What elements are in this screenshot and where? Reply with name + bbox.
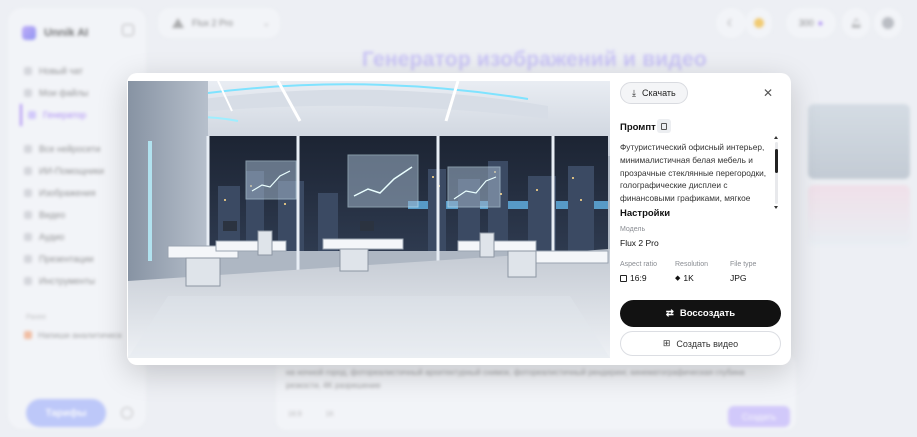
model-label: Модель bbox=[620, 226, 646, 233]
remake-label: Воссоздать bbox=[679, 308, 736, 319]
diamond-icon: ◆ bbox=[675, 275, 681, 282]
aspect-ratio-icon bbox=[620, 274, 627, 282]
prompt-scrollbar[interactable] bbox=[775, 142, 778, 204]
model-value-text: Flux 2 Pro bbox=[620, 238, 659, 248]
create-video-label: Создать видео bbox=[676, 338, 739, 349]
copy-icon bbox=[661, 122, 667, 130]
aspect-ratio-text: 16:9 bbox=[630, 273, 647, 283]
scrollbar-thumb[interactable] bbox=[775, 149, 778, 173]
image-preview-modal: ⤓ Скачать ✕ Промпт Футуристический офисн… bbox=[127, 73, 791, 365]
office-render-image bbox=[128, 81, 610, 358]
download-label: Скачать bbox=[641, 88, 676, 98]
create-video-button[interactable]: ⊞ Создать видео bbox=[620, 331, 781, 356]
resolution-label: Resolution bbox=[675, 261, 709, 268]
download-icon: ⤓ bbox=[632, 87, 636, 98]
refresh-icon: ⇄ bbox=[665, 308, 674, 319]
video-plus-icon: ⊞ bbox=[662, 338, 671, 348]
aspect-ratio-value: 16:9 bbox=[620, 273, 647, 283]
prompt-text: Футуристический офисный интерьер, минима… bbox=[620, 142, 767, 204]
model-value: Flux 2 Pro bbox=[620, 238, 659, 248]
settings-title: Настройки bbox=[620, 208, 671, 219]
copy-prompt-button[interactable] bbox=[657, 119, 671, 133]
image-details-panel: ⤓ Скачать ✕ Промпт Футуристический офисн… bbox=[620, 82, 782, 358]
close-icon[interactable]: ✕ bbox=[760, 85, 776, 101]
file-type-text: JPG bbox=[730, 273, 747, 283]
resolution-value: ◆ 1K bbox=[675, 273, 694, 283]
remake-button[interactable]: ⇄ Воссоздать bbox=[620, 300, 781, 327]
scroll-down-icon[interactable] bbox=[774, 206, 778, 209]
file-type-label: File type bbox=[730, 261, 757, 268]
generated-image bbox=[128, 81, 610, 358]
scroll-up-icon[interactable] bbox=[774, 136, 778, 139]
file-type-value: JPG bbox=[730, 273, 747, 283]
download-button[interactable]: ⤓ Скачать bbox=[620, 82, 688, 104]
prompt-title: Промпт bbox=[620, 122, 656, 133]
resolution-text: 1K bbox=[683, 273, 694, 283]
aspect-ratio-label: Aspect ratio bbox=[620, 261, 657, 268]
